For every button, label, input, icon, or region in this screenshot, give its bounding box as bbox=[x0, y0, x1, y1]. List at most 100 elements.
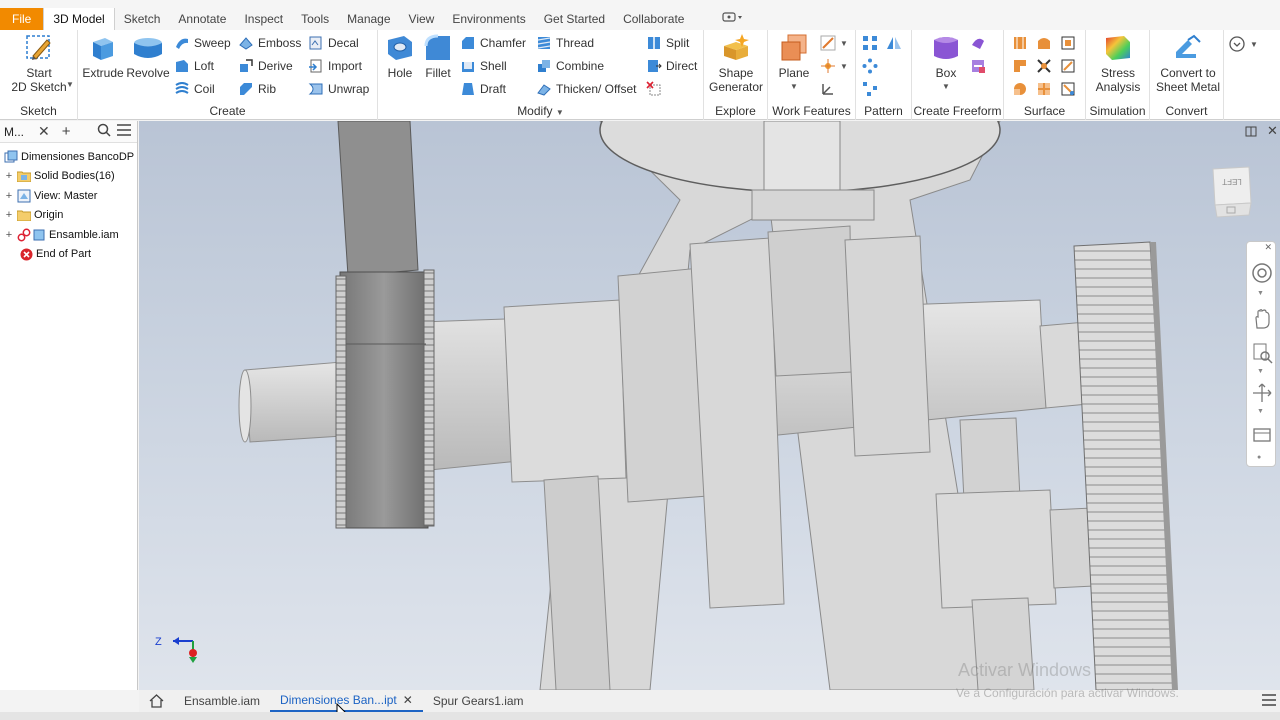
combine-icon bbox=[538, 60, 550, 72]
patch-button[interactable] bbox=[1060, 33, 1076, 53]
tree-node-end-of-part[interactable]: End of Part bbox=[0, 245, 137, 265]
convert-to-sheet-metal-button[interactable]: Convert to Sheet Metal bbox=[1152, 32, 1224, 94]
tab-tools[interactable]: Tools bbox=[292, 8, 338, 30]
split-button[interactable]: Split bbox=[646, 33, 689, 53]
close-icon[interactable]: ✕ bbox=[38, 123, 50, 140]
combine-button[interactable]: Combine bbox=[536, 56, 604, 76]
chevron-down-icon[interactable]: ▼ bbox=[1257, 368, 1264, 375]
chevron-down-icon[interactable]: ▼ bbox=[1257, 290, 1264, 297]
viewport-controls: ✕ bbox=[1245, 124, 1278, 140]
direct-button[interactable]: Direct bbox=[646, 56, 697, 76]
box-button[interactable]: Box ▼ bbox=[922, 32, 970, 94]
tree-node-view-master[interactable]: + View: Master bbox=[0, 186, 137, 206]
tab-annotate[interactable]: Annotate bbox=[169, 8, 235, 30]
loft-button[interactable]: Loft bbox=[174, 56, 214, 76]
extend-button[interactable] bbox=[1036, 56, 1052, 76]
revolve-button[interactable]: Revolve bbox=[126, 32, 170, 80]
tab-list-menu[interactable] bbox=[1262, 693, 1280, 709]
fit-mesh-face-button[interactable] bbox=[1060, 79, 1076, 99]
add-icon[interactable]: + bbox=[62, 123, 71, 140]
point-button[interactable]: ▼ bbox=[820, 56, 848, 76]
hole-button[interactable]: Hole bbox=[382, 32, 418, 80]
tab-view[interactable]: View bbox=[400, 8, 444, 30]
delete-face-button[interactable] bbox=[646, 79, 662, 99]
panel-label-sketch: Sketch bbox=[20, 104, 57, 118]
draft-button[interactable]: Draft bbox=[460, 79, 506, 99]
expand-toggle[interactable]: + bbox=[4, 209, 14, 221]
close-icon[interactable]: ✕ bbox=[1264, 242, 1272, 253]
panel-label-modify[interactable]: Modify ▼ bbox=[378, 104, 703, 118]
expand-toggle[interactable]: + bbox=[4, 229, 14, 241]
start-sketch-dropdown[interactable]: ▼ bbox=[66, 80, 74, 89]
tree-node-ensamble[interactable]: + Ensamble.iam bbox=[0, 225, 137, 245]
doc-tab-ensamble[interactable]: Ensamble.iam bbox=[174, 690, 270, 712]
tab-inspect[interactable]: Inspect bbox=[235, 8, 292, 30]
steering-wheel-icon[interactable] bbox=[1251, 262, 1273, 284]
coil-button[interactable]: Coil bbox=[174, 79, 215, 99]
sweep-button[interactable]: Sweep bbox=[174, 33, 231, 53]
shell-button[interactable]: Shell bbox=[460, 56, 507, 76]
thread-button[interactable]: Thread bbox=[536, 33, 594, 53]
rectangular-pattern-button[interactable] bbox=[862, 33, 878, 53]
freeform-convert-button[interactable] bbox=[970, 56, 986, 76]
expand-toggle[interactable]: + bbox=[4, 190, 14, 202]
rib-icon bbox=[240, 83, 252, 95]
tab-manage[interactable]: Manage bbox=[338, 8, 399, 30]
tree-node-origin[interactable]: + Origin bbox=[0, 206, 137, 226]
thicken-offset-button[interactable]: Thicken/ Offset bbox=[536, 79, 636, 99]
zoom-icon[interactable] bbox=[1251, 342, 1273, 364]
orbit-icon[interactable] bbox=[1251, 382, 1273, 404]
view-cube[interactable]: LEFT bbox=[1209, 163, 1255, 221]
browser-title[interactable]: M... bbox=[4, 125, 24, 139]
boundary-patch-button[interactable] bbox=[1012, 79, 1028, 99]
start-2d-sketch-button[interactable]: Start 2D Sketch bbox=[8, 32, 70, 94]
hamburger-menu-icon[interactable] bbox=[116, 124, 131, 139]
tab-3d-model[interactable]: 3D Model bbox=[43, 8, 115, 30]
freeform-face-button[interactable] bbox=[970, 33, 986, 53]
chamfer-button[interactable]: Chamfer bbox=[460, 33, 526, 53]
close-icon[interactable]: ✕ bbox=[1267, 124, 1278, 140]
decal-button[interactable]: Decal bbox=[308, 33, 359, 53]
derive-button[interactable]: Derive bbox=[238, 56, 293, 76]
replace-face-button[interactable] bbox=[1060, 56, 1076, 76]
rib-button[interactable]: Rib bbox=[238, 79, 276, 99]
tab-collaborate[interactable]: Collaborate bbox=[614, 8, 693, 30]
tab-environments[interactable]: Environments bbox=[443, 8, 534, 30]
mirror-button[interactable] bbox=[886, 33, 902, 53]
expand-toggle[interactable]: + bbox=[4, 170, 14, 182]
extrude-button[interactable]: Extrude bbox=[82, 32, 124, 80]
trim-button[interactable] bbox=[1012, 56, 1028, 76]
tree-node-solid-bodies[interactable]: + Solid Bodies(16) bbox=[0, 167, 137, 187]
view-face-icon[interactable] bbox=[1251, 424, 1273, 446]
stitch-button[interactable] bbox=[1012, 33, 1028, 53]
home-tab[interactable] bbox=[139, 690, 174, 712]
circular-pattern-button[interactable] bbox=[862, 56, 878, 76]
chevron-down-icon[interactable]: ▼ bbox=[1257, 408, 1264, 415]
sculpt-button[interactable] bbox=[1036, 33, 1052, 53]
tab-sketch[interactable]: Sketch bbox=[115, 8, 170, 30]
search-icon[interactable] bbox=[97, 123, 111, 140]
tab-get-started[interactable]: Get Started bbox=[535, 8, 614, 30]
ucs-button[interactable] bbox=[820, 79, 836, 99]
sketch-driven-pattern-button[interactable] bbox=[862, 79, 878, 99]
fillet-button[interactable]: Fillet bbox=[420, 32, 456, 80]
repair-bodies-button[interactable] bbox=[1036, 79, 1052, 99]
ribbon-options-button[interactable]: ▼ bbox=[1228, 34, 1258, 54]
plane-button[interactable]: Plane ▼ bbox=[772, 32, 816, 94]
doc-tab-spur-gears[interactable]: Spur Gears1.iam bbox=[423, 690, 534, 712]
restore-icon[interactable] bbox=[1245, 125, 1257, 140]
close-tab-icon[interactable]: ✕ bbox=[403, 689, 413, 711]
graphics-viewport[interactable]: Z ✕ bbox=[139, 121, 1280, 690]
import-button[interactable]: Import bbox=[308, 56, 362, 76]
navbar-options-icon[interactable]: ● bbox=[1257, 454, 1261, 461]
shape-generator-button[interactable]: Shape Generator bbox=[706, 32, 766, 94]
stress-analysis-button[interactable]: Stress Analysis bbox=[1090, 32, 1146, 94]
unwrap-button[interactable]: Unwrap bbox=[308, 79, 369, 99]
tree-node-part[interactable]: Dimensiones BancoDP bbox=[0, 147, 137, 167]
axis-button[interactable]: ▼ bbox=[820, 33, 848, 53]
emboss-button[interactable]: Emboss bbox=[238, 33, 301, 53]
pan-hand-icon[interactable] bbox=[1251, 308, 1273, 330]
freeform-face-icon bbox=[972, 38, 984, 49]
tab-file[interactable]: File bbox=[0, 8, 44, 30]
tab-options-dropdown[interactable] bbox=[713, 8, 753, 30]
